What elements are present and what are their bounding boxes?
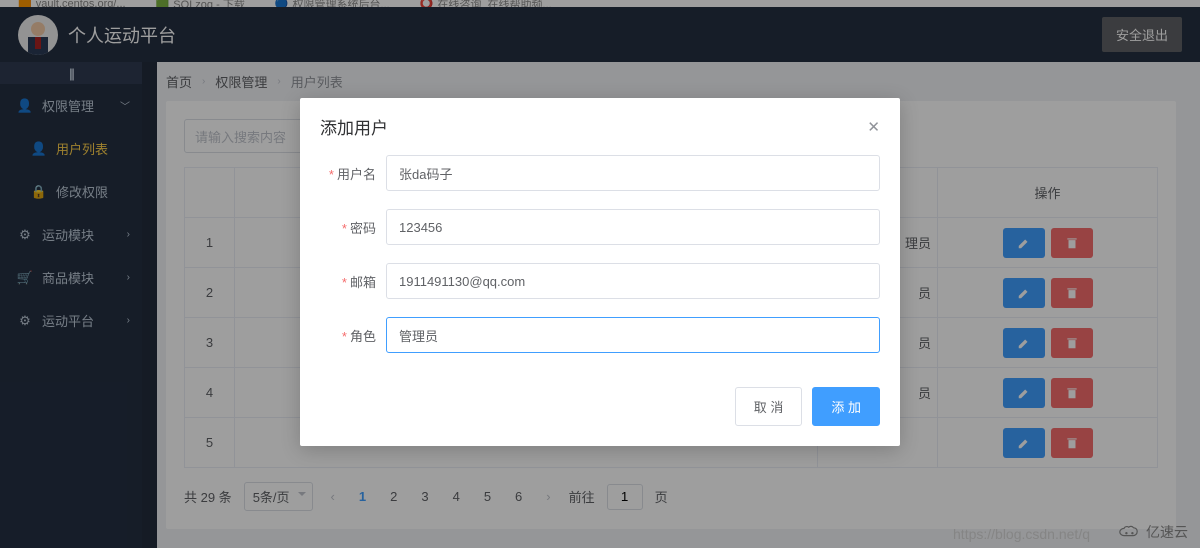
cancel-button[interactable]: 取 消: [735, 387, 803, 426]
label-email: 邮箱: [350, 275, 376, 290]
dialog-title: 添加用户: [320, 114, 388, 139]
label-username: 用户名: [337, 167, 376, 182]
email-input[interactable]: [386, 263, 880, 299]
label-password: 密码: [350, 221, 376, 236]
add-user-dialog: 添加用户 ✕ *用户名 *密码 *邮箱 *角色 取 消 添 加: [300, 98, 900, 446]
password-input[interactable]: [386, 209, 880, 245]
role-select[interactable]: [386, 317, 880, 353]
add-button[interactable]: 添 加: [812, 387, 880, 426]
close-icon[interactable]: ✕: [867, 118, 880, 136]
username-input[interactable]: [386, 155, 880, 191]
label-role: 角色: [350, 329, 376, 344]
